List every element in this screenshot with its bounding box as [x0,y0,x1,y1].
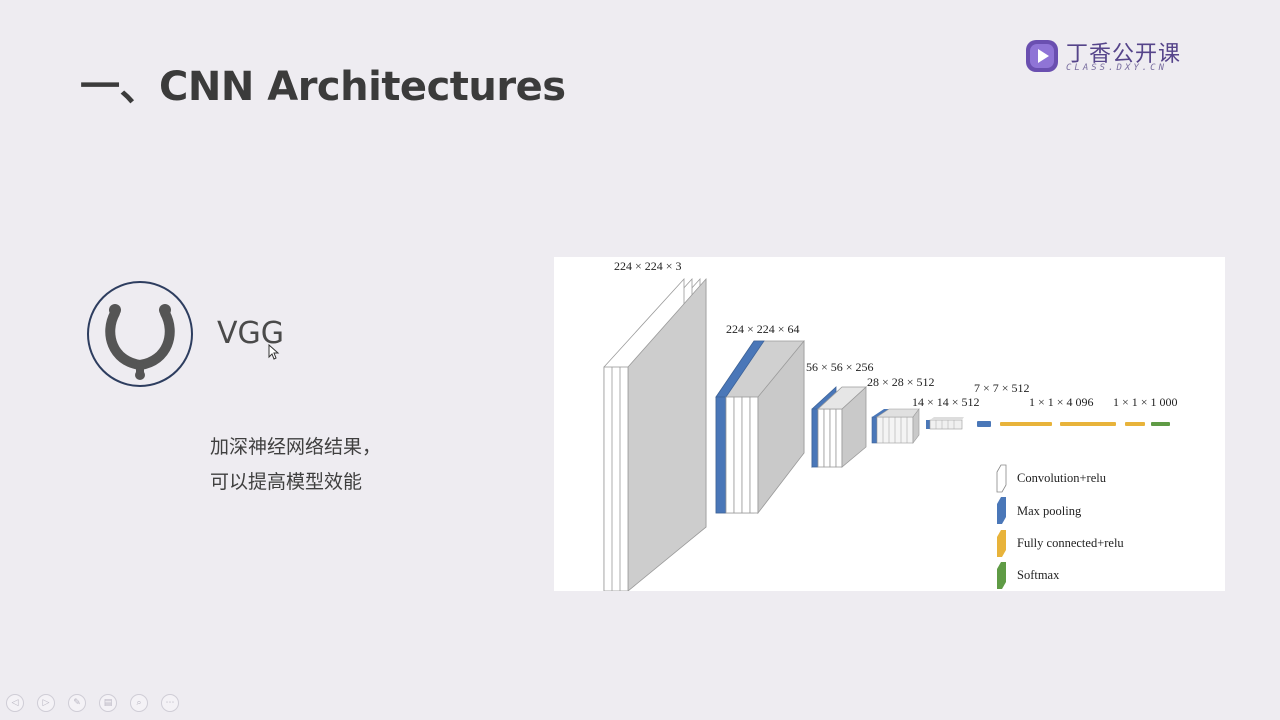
legend-label-fc: Fully connected+relu [1017,536,1124,550]
vgg-architecture-figure: 224 × 224 × 3 224 × 224 × 64 56 × 56 × 2… [554,257,1225,591]
dim-label-64: 224 × 224 × 64 [726,322,800,336]
legend-swatch-fc [997,530,1006,557]
logo-text-en: CLASS.DXY.CN [1066,63,1168,73]
description-line-2: 可以提高模型效能 [210,471,363,493]
slide-title: 一、CNN Architectures [80,64,566,110]
legend-swatch-softmax [997,562,1006,589]
block-conv-64 [715,339,805,515]
dim-label-1000: 1 × 1 × 1 000 [1113,395,1178,409]
description-line-1: 加深神经网络结果， [210,436,382,458]
legend: Convolution+relu Max pooling Fully conne… [996,464,1124,589]
dim-label-input: 224 × 224 × 3 [614,259,682,273]
legend-label-conv: Convolution+relu [1017,471,1107,485]
legend-swatch-conv [996,464,1007,493]
block-softmax [1151,422,1170,426]
more-icon[interactable]: ⋯ [161,694,179,712]
legend-swatch-pool [997,497,1006,524]
mouse-cursor-icon [268,344,280,360]
neural-network-icon [87,281,193,387]
block-conv-256 [811,386,868,468]
block-pool-7 [977,421,991,427]
legend-label-softmax: Softmax [1017,568,1060,582]
vgg-description: 加深神经网络结果， 可以提高模型效能 [210,430,381,500]
slides-icon[interactable]: ▤ [99,694,117,712]
block-fc-1 [1000,422,1052,426]
dim-label-7: 7 × 7 × 512 [974,381,1030,395]
previous-icon[interactable]: ◁ [6,694,24,712]
dim-label-4096: 1 × 1 × 4 096 [1029,395,1094,409]
dim-label-256: 56 × 56 × 256 [806,360,874,374]
logo-play-icon [1026,40,1058,72]
block-fc-2 [1060,422,1116,426]
block-fc-3 [1125,422,1145,426]
next-icon[interactable]: ▷ [37,694,55,712]
block-conv-512b [926,417,964,430]
dim-label-512a: 28 × 28 × 512 [867,375,935,389]
legend-label-pool: Max pooling [1017,504,1082,518]
brand-logo: 丁香公开课 CLASS.DXY.CN [1024,38,1184,78]
vgg-diagram: 224 × 224 × 3 224 × 224 × 64 56 × 56 × 2… [603,259,1178,591]
pen-icon[interactable]: ✎ [68,694,86,712]
block-input-conv [603,277,707,591]
zoom-icon[interactable]: ⌕ [130,694,148,712]
dim-label-512b: 14 × 14 × 512 [912,395,980,409]
block-conv-512a [871,408,920,444]
